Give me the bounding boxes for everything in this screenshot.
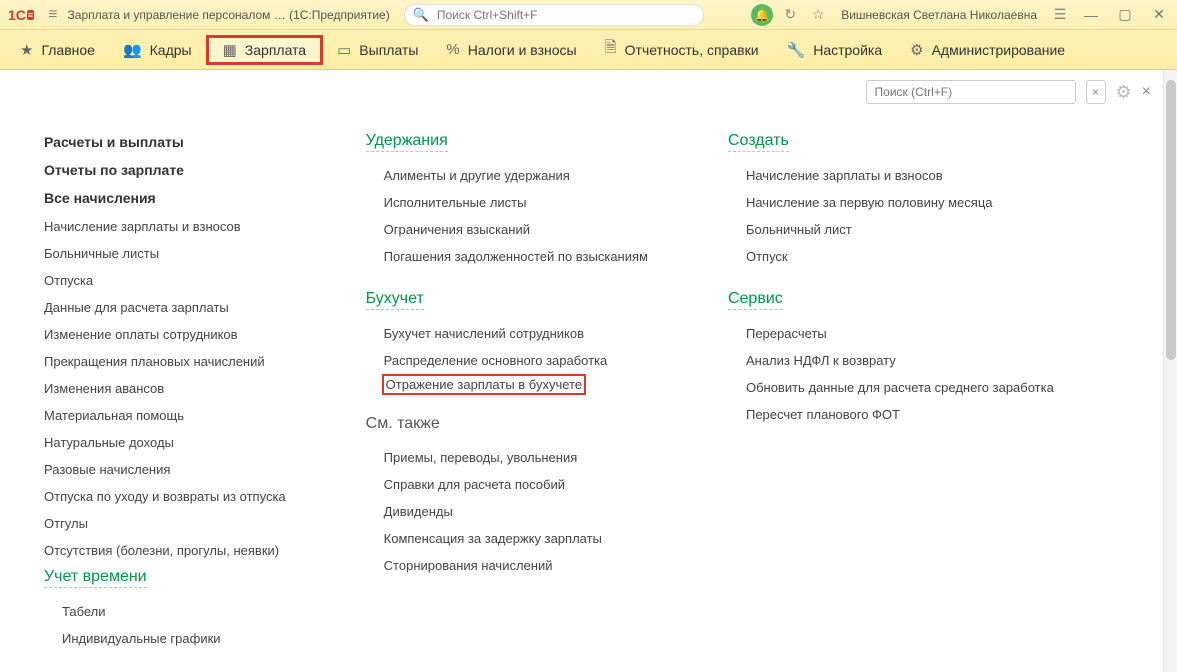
link-buh-nachisl[interactable]: Бухучет начислений сотрудников: [384, 326, 648, 341]
link-nachisl-zp[interactable]: Начисление зарплаты и взносов: [44, 219, 286, 234]
window-minimize[interactable]: —: [1077, 7, 1105, 23]
user-menu-icon[interactable]: ☰: [1049, 6, 1071, 23]
link-mat-pomosh[interactable]: Материальная помощь: [44, 408, 286, 423]
link-create-first-half[interactable]: Начисление за первую половину месяца: [746, 195, 1054, 210]
tab-vyplaty[interactable]: ▭Выплаты: [323, 35, 432, 65]
scrollbar-thumb[interactable]: [1166, 80, 1176, 360]
tab-nastr[interactable]: 🔧Настройка: [773, 35, 897, 65]
search-icon: 🔍: [413, 7, 429, 23]
link-pogash[interactable]: Погашения задолженностей по взысканиям: [384, 249, 648, 264]
panel-toolbar: × ⚙ ×: [866, 80, 1151, 104]
window-close[interactable]: ✕: [1145, 6, 1173, 23]
link-otpuska[interactable]: Отпуска: [44, 273, 286, 288]
table-icon: ▦: [223, 41, 237, 59]
column-middle: Удержания Алименты и другие удержания Ис…: [366, 128, 648, 652]
username: Вишневская Светлана Николаевна: [835, 8, 1043, 22]
tab-nalogi[interactable]: %Налоги и взносы: [432, 35, 590, 65]
panel-search-clear[interactable]: ×: [1086, 80, 1106, 104]
panel-search[interactable]: [866, 80, 1076, 104]
people-icon: 👥: [123, 41, 142, 59]
menu-icon[interactable]: ≡: [44, 6, 61, 24]
report-icon: 🗎: [605, 37, 617, 62]
group-see-also: См. также: [366, 415, 440, 434]
tab-otchet[interactable]: 🗎Отчетность, справки: [591, 35, 773, 65]
group-create[interactable]: Создать: [728, 132, 789, 152]
window-maximize[interactable]: ▢: [1111, 6, 1139, 23]
column-left: Расчеты и выплаты Отчеты по зарплате Все…: [44, 128, 286, 652]
link-izm-avansov[interactable]: Изменения авансов: [44, 381, 286, 396]
link-pereraschety[interactable]: Перерасчеты: [746, 326, 1054, 341]
app-title: Зарплата и управление персоналом … (1С:П…: [68, 8, 390, 22]
tab-zarplata[interactable]: ▦Зарплата: [206, 35, 324, 65]
wallet-icon: ▭: [337, 41, 351, 59]
link-vse-nachisl[interactable]: Все начисления: [44, 190, 286, 206]
logo-1c: 1С≡: [4, 7, 38, 23]
link-razovye[interactable]: Разовые начисления: [44, 462, 286, 477]
link-raspred[interactable]: Распределение основного заработка: [384, 353, 648, 368]
tab-kadry[interactable]: 👥Кадры: [109, 35, 206, 65]
tab-admin[interactable]: ⚙Администрирование: [896, 35, 1079, 65]
link-analiz-ndfl[interactable]: Анализ НДФЛ к возврату: [746, 353, 1054, 368]
link-tabeli[interactable]: Табели: [62, 604, 286, 619]
link-otguly[interactable]: Отгулы: [44, 516, 286, 531]
bell-icon[interactable]: 🔔: [751, 4, 773, 26]
group-uchet-vremeni[interactable]: Учет времени: [44, 568, 147, 588]
star-icon[interactable]: ☆: [807, 6, 829, 23]
global-search-input[interactable]: [435, 7, 695, 23]
star-filled-icon: ★: [20, 41, 33, 59]
link-natur[interactable]: Натуральные доходы: [44, 435, 286, 450]
link-pereschet-fot[interactable]: Пересчет планового ФОТ: [746, 407, 1054, 422]
link-otchety[interactable]: Отчеты по зарплате: [44, 162, 286, 178]
link-otrazh-zp-highlighted[interactable]: Отражение зарплаты в бухучете: [382, 374, 586, 395]
link-indiv-graf[interactable]: Индивидуальные графики: [62, 631, 286, 646]
link-storn[interactable]: Сторнирования начислений: [384, 558, 648, 573]
link-bolnich[interactable]: Больничные листы: [44, 246, 286, 261]
gear-icon: ⚙: [910, 41, 923, 59]
scrollbar[interactable]: [1163, 70, 1177, 672]
panel-settings-icon[interactable]: ⚙: [1116, 82, 1132, 103]
group-buhuchet[interactable]: Бухучет: [366, 290, 424, 310]
link-create-otpusk[interactable]: Отпуск: [746, 249, 1054, 264]
link-dannye[interactable]: Данные для расчета зарплаты: [44, 300, 286, 315]
link-ogranich[interactable]: Ограничения взысканий: [384, 222, 648, 237]
content: × ⚙ × Расчеты и выплаты Отчеты по зарпла…: [0, 70, 1177, 672]
link-alimenty[interactable]: Алименты и другие удержания: [384, 168, 648, 183]
panel-search-input[interactable]: [873, 84, 1069, 100]
tab-main[interactable]: ★Главное: [6, 35, 109, 65]
link-kompens[interactable]: Компенсация за задержку зарплаты: [384, 531, 648, 546]
group-service[interactable]: Сервис: [728, 290, 783, 310]
titlebar: 1С≡ ≡ Зарплата и управление персоналом ……: [0, 0, 1177, 30]
link-otpusk-uhod[interactable]: Отпуска по уходу и возвраты из отпуска: [44, 489, 286, 504]
history-icon[interactable]: ↻: [779, 6, 801, 23]
panel-close-icon[interactable]: ×: [1142, 83, 1151, 101]
link-dividendy[interactable]: Дивиденды: [384, 504, 648, 519]
link-izm-oplaty[interactable]: Изменение оплаты сотрудников: [44, 327, 286, 342]
group-uderzhaniya[interactable]: Удержания: [366, 132, 448, 152]
link-ispoln[interactable]: Исполнительные листы: [384, 195, 648, 210]
link-priemy[interactable]: Приемы, переводы, увольнения: [384, 450, 648, 465]
link-create-boln[interactable]: Больничный лист: [746, 222, 1054, 237]
column-right: Создать Начисление зарплаты и взносов На…: [728, 128, 1054, 652]
link-raschety[interactable]: Расчеты и выплаты: [44, 134, 286, 150]
link-create-nachisl[interactable]: Начисление зарплаты и взносов: [746, 168, 1054, 183]
link-otsutstv[interactable]: Отсутствия (болезни, прогулы, неявки): [44, 543, 286, 558]
link-prekr[interactable]: Прекращения плановых начислений: [44, 354, 286, 369]
global-search[interactable]: 🔍: [404, 4, 704, 26]
percent-icon: %: [446, 41, 459, 58]
main-tabs: ★Главное 👥Кадры ▦Зарплата ▭Выплаты %Нало…: [0, 30, 1177, 70]
link-spravki[interactable]: Справки для расчета пособий: [384, 477, 648, 492]
link-obnovit[interactable]: Обновить данные для расчета среднего зар…: [746, 380, 1054, 395]
wrench-icon: 🔧: [787, 41, 806, 59]
